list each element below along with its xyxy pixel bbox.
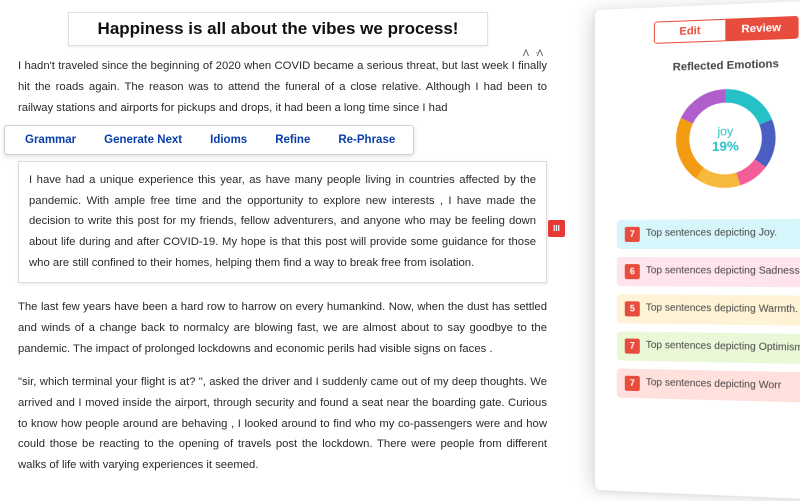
review-side-panel: Edit Review Reflected Emotions joy 19% 7… (595, 0, 800, 501)
toolbar-rephrase[interactable]: Re-Phrase (324, 130, 409, 150)
count-badge: 7 (625, 227, 640, 242)
emotion-item-optimism[interactable]: 7 Top sentences depicting Optimism. (617, 331, 800, 364)
emotion-item-text: Top sentences depicting Worr (646, 376, 781, 392)
selected-paragraph-block[interactable]: I have had a unique experience this year… (18, 161, 547, 283)
tab-review[interactable]: Review (725, 17, 797, 40)
paragraph-2[interactable]: I have had a unique experience this year… (29, 170, 536, 274)
toolbar-idioms[interactable]: Idioms (196, 130, 261, 150)
pdf-export-icon[interactable]: III (548, 220, 565, 237)
donut-emotion-pct: 19% (712, 138, 739, 154)
count-badge: 5 (625, 301, 640, 316)
donut-emotion-label: joy (717, 123, 733, 138)
inline-toolbar: Grammar Generate Next Idioms Refine Re-P… (4, 125, 414, 155)
emotion-donut-chart[interactable]: joy 19% (617, 79, 800, 196)
emotion-item-text: Top sentences depicting Joy. (646, 226, 777, 240)
paragraph-1[interactable]: I hadn't traveled since the beginning of… (18, 56, 547, 119)
emotion-item-joy[interactable]: 7 Top sentences depicting Joy. (617, 219, 800, 249)
pdf-badge-text: III (553, 224, 560, 233)
post-title-input[interactable]: Happiness is all about the vibes we proc… (68, 12, 488, 46)
toolbar-grammar[interactable]: Grammar (11, 130, 90, 150)
count-badge: 6 (625, 264, 640, 279)
emotion-item-text: Top sentences depicting Warmth. (646, 301, 798, 316)
donut-center: joy 19% (669, 81, 783, 196)
count-badge: 7 (625, 376, 640, 391)
emotion-item-text: Top sentences depicting Sadness. (646, 264, 800, 278)
editor-pane: Happiness is all about the vibes we proc… (0, 0, 565, 500)
emotion-item-sadness[interactable]: 6 Top sentences depicting Sadness. (617, 257, 800, 288)
emotion-item-text: Top sentences depicting Optimism. (646, 339, 800, 355)
tab-edit[interactable]: Edit (655, 20, 725, 43)
collapse-icon[interactable]: ᐱ ᐼ (523, 48, 545, 59)
toolbar-generate-next[interactable]: Generate Next (90, 130, 196, 150)
count-badge: 7 (625, 338, 640, 353)
paragraph-4[interactable]: "sir, which terminal your flight is at? … (18, 372, 547, 476)
emotion-sentence-list: 7 Top sentences depicting Joy. 6 Top sen… (617, 219, 800, 404)
mode-tabs: Edit Review (654, 16, 799, 44)
toolbar-refine[interactable]: Refine (261, 130, 324, 150)
paragraph-3[interactable]: The last few years have been a hard row … (18, 297, 547, 360)
emotion-item-worry[interactable]: 7 Top sentences depicting Worr (617, 368, 800, 403)
reflected-emotions-title: Reflected Emotions (617, 56, 800, 75)
emotion-item-warmth[interactable]: 5 Top sentences depicting Warmth. (617, 294, 800, 326)
